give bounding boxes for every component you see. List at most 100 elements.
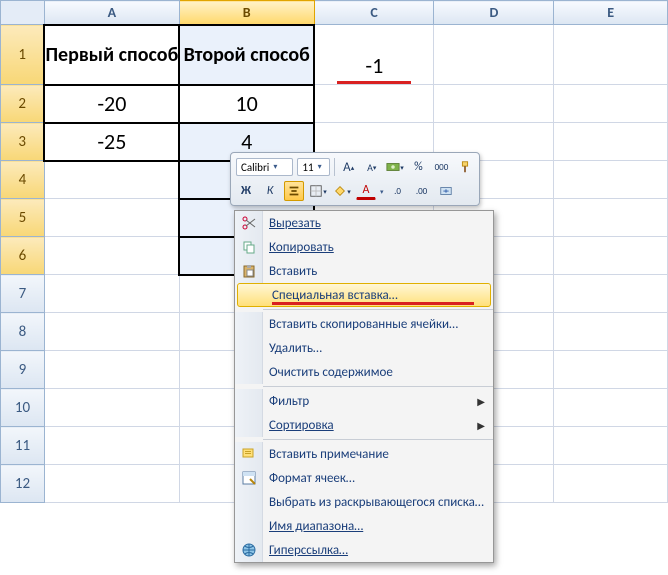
- menu-name-range[interactable]: Имя диапазона…: [235, 514, 493, 538]
- chevron-right-icon: ▶: [477, 419, 485, 432]
- cell-A6[interactable]: [44, 237, 179, 275]
- menu-cut[interactable]: Вырезать: [235, 211, 493, 235]
- cell-A12[interactable]: [44, 465, 179, 503]
- menu-paste-special[interactable]: Специальная вставка…: [237, 283, 491, 307]
- fill-color-button[interactable]: ▾: [332, 181, 352, 201]
- cell-D2[interactable]: [434, 85, 554, 123]
- cell-C2[interactable]: [314, 85, 434, 123]
- cell-A10[interactable]: [44, 389, 179, 427]
- row-header-2[interactable]: 2: [1, 85, 45, 123]
- menu-insert-comment[interactable]: Вставить примечание: [235, 442, 493, 466]
- row-header-6[interactable]: 6: [1, 237, 45, 275]
- cell-A4[interactable]: [44, 161, 179, 199]
- globe-icon: [241, 542, 257, 558]
- cell-E7[interactable]: [554, 275, 668, 313]
- font-color-button[interactable]: A: [356, 183, 376, 200]
- bold-button[interactable]: Ж: [236, 181, 256, 201]
- menu-copy[interactable]: Копировать: [235, 235, 493, 259]
- col-header-C[interactable]: C: [314, 1, 434, 25]
- row-header-1[interactable]: 1: [1, 25, 45, 85]
- cell-E1[interactable]: [554, 25, 668, 85]
- font-name-select[interactable]: Calibri ▾: [236, 158, 293, 176]
- shrink-font-button[interactable]: A▾: [362, 157, 381, 177]
- cell-B1[interactable]: Второй способ: [179, 25, 314, 85]
- col-header-E[interactable]: E: [554, 1, 668, 25]
- menu-paste[interactable]: Вставить: [235, 259, 493, 283]
- accounting-format-button[interactable]: ▾: [385, 157, 405, 177]
- cell-D1[interactable]: [434, 25, 554, 85]
- increase-decimal-button[interactable]: .0: [388, 181, 408, 201]
- row-header-5[interactable]: 5: [1, 199, 45, 237]
- cell-E4[interactable]: [554, 161, 668, 199]
- italic-button[interactable]: К: [260, 181, 280, 201]
- borders-button[interactable]: ▾: [308, 181, 328, 201]
- col-header-A[interactable]: A: [44, 1, 179, 25]
- align-center-icon: [287, 184, 301, 198]
- menu-pick-from-list-label: Выбрать из раскрывающегося списка…: [269, 495, 485, 510]
- copy-icon: [241, 239, 257, 255]
- cell-A3[interactable]: -25: [44, 123, 179, 161]
- cell-B2[interactable]: 10: [179, 85, 314, 123]
- cell-E6[interactable]: [554, 237, 668, 275]
- col-header-D[interactable]: D: [434, 1, 554, 25]
- separator: [334, 158, 335, 176]
- cell-A8[interactable]: [44, 313, 179, 351]
- row-header-3[interactable]: 3: [1, 123, 45, 161]
- decrease-decimal-button[interactable]: .00: [412, 181, 432, 201]
- merge-icon: [439, 184, 453, 198]
- cell-A11[interactable]: [44, 427, 179, 465]
- cell-E11[interactable]: [554, 427, 668, 465]
- menu-clear[interactable]: Очистить содержимое: [235, 360, 493, 384]
- row-header-7[interactable]: 7: [1, 275, 45, 313]
- center-align-button[interactable]: [284, 181, 304, 201]
- cell-A9[interactable]: [44, 351, 179, 389]
- grow-font-button[interactable]: A▴: [339, 157, 358, 177]
- cell-E9[interactable]: [554, 351, 668, 389]
- menu-format-cells[interactable]: Формат ячеек…: [235, 466, 493, 490]
- menu-paste-special-label: Специальная вставка…: [272, 288, 398, 303]
- comma-style-button[interactable]: 000: [432, 157, 451, 177]
- format-painter-button[interactable]: [455, 157, 474, 177]
- menu-copy-label: Копировать: [269, 240, 334, 255]
- cell-C1[interactable]: -1: [314, 25, 434, 85]
- col-header-B[interactable]: B: [179, 1, 314, 25]
- menu-filter[interactable]: Фильтр▶: [235, 389, 493, 413]
- row-header-10[interactable]: 10: [1, 389, 45, 427]
- cell-E12[interactable]: [554, 465, 668, 503]
- context-menu: Вырезать Копировать Вставить Специальная…: [234, 210, 494, 563]
- cell-E5[interactable]: [554, 199, 668, 237]
- cell-E3[interactable]: [554, 123, 668, 161]
- chevron-down-icon: ▾: [273, 162, 277, 172]
- font-name-value: Calibri: [241, 161, 269, 174]
- cell-A1[interactable]: Первый способ: [44, 25, 179, 85]
- menu-hyperlink-label: Гиперссылка…: [269, 543, 348, 558]
- menu-sort-label: Сортировка: [269, 418, 334, 433]
- font-size-select[interactable]: 11▾: [297, 158, 330, 176]
- comment-icon: [241, 446, 257, 462]
- menu-separator: [263, 439, 493, 440]
- row-header-8[interactable]: 8: [1, 313, 45, 351]
- menu-pick-from-list[interactable]: Выбрать из раскрывающегося списка…: [235, 490, 493, 514]
- row-header-12[interactable]: 12: [1, 465, 45, 503]
- row-header-11[interactable]: 11: [1, 427, 45, 465]
- select-all-corner[interactable]: [1, 1, 45, 25]
- cell-A5[interactable]: [44, 199, 179, 237]
- cell-A2[interactable]: -20: [44, 85, 179, 123]
- cell-A7[interactable]: [44, 275, 179, 313]
- menu-delete[interactable]: Удалить…: [235, 336, 493, 360]
- menu-insert-copied-label: Вставить скопированные ячейки…: [269, 317, 485, 332]
- menu-insert-copied[interactable]: Вставить скопированные ячейки…: [235, 312, 493, 336]
- menu-delete-label: Удалить…: [269, 341, 485, 356]
- red-underline: [272, 302, 474, 305]
- cell-E2[interactable]: [554, 85, 668, 123]
- row-header-9[interactable]: 9: [1, 351, 45, 389]
- menu-name-range-label: Имя диапазона…: [269, 519, 363, 534]
- cell-E8[interactable]: [554, 313, 668, 351]
- merge-center-button[interactable]: [436, 181, 456, 201]
- row-header-4[interactable]: 4: [1, 161, 45, 199]
- paintbrush-icon: [458, 160, 472, 174]
- menu-sort[interactable]: Сортировка ▶: [235, 413, 493, 437]
- cell-E10[interactable]: [554, 389, 668, 427]
- percent-button[interactable]: %: [409, 157, 428, 177]
- menu-hyperlink[interactable]: Гиперссылка…: [235, 538, 493, 562]
